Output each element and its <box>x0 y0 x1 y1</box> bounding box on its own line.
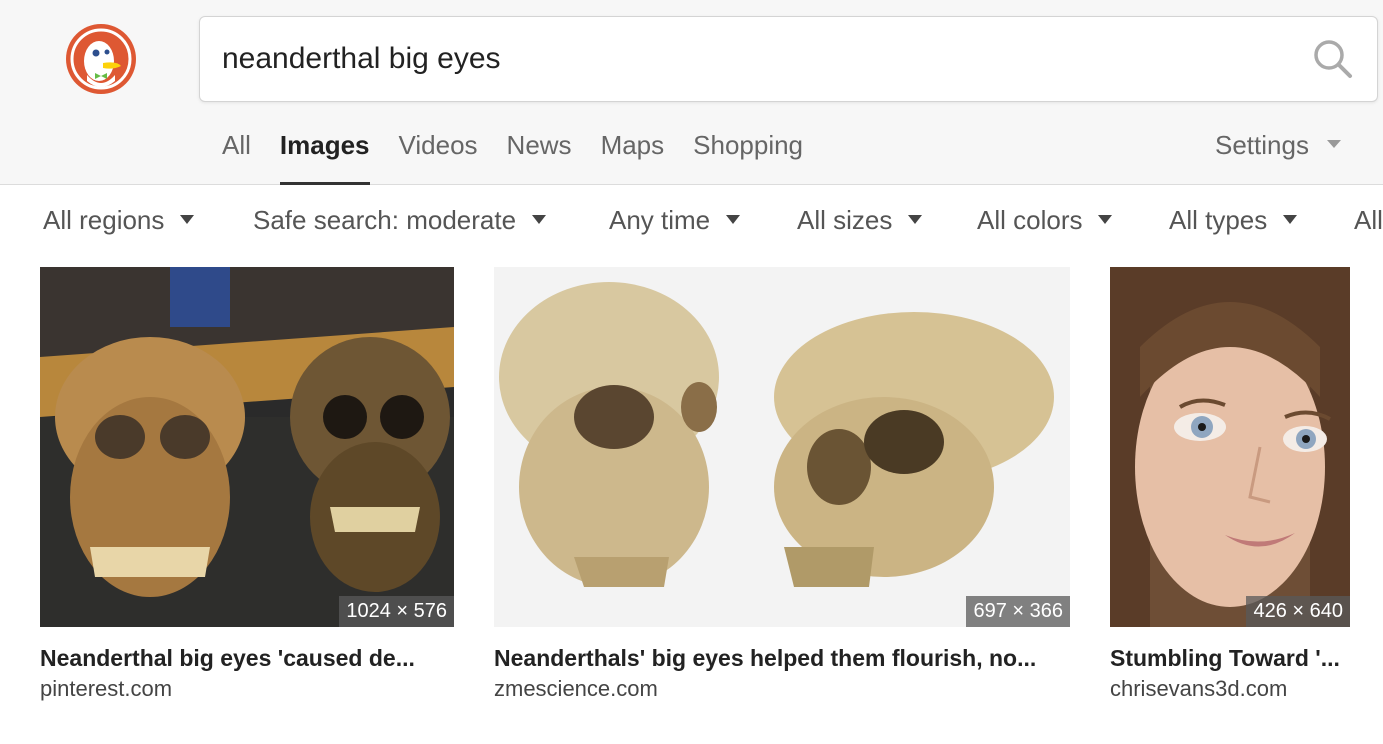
search-input[interactable] <box>222 17 1272 101</box>
duckduckgo-logo-icon[interactable] <box>65 23 137 95</box>
image-dimensions: 1024 × 576 <box>339 596 454 627</box>
chevron-down-icon <box>532 214 547 224</box>
image-dimensions: 426 × 640 <box>1246 596 1350 627</box>
result-source[interactable]: zmescience.com <box>494 676 1070 702</box>
chevron-down-icon <box>908 214 923 224</box>
filter-time[interactable]: Any time <box>609 205 741 236</box>
tab-news[interactable]: News <box>507 128 572 185</box>
tab-images[interactable]: Images <box>279 128 370 185</box>
filter-label: Safe search: moderate <box>253 205 517 235</box>
search-icon[interactable] <box>1311 37 1355 81</box>
image-result[interactable]: 1024 × 576 Neanderthal big eyes 'caused … <box>40 267 454 702</box>
filter-safe-search[interactable]: Safe search: moderate <box>253 205 547 236</box>
chevron-down-icon <box>180 214 195 224</box>
result-thumbnail[interactable]: 1024 × 576 <box>40 267 454 627</box>
filter-layout[interactable]: All <box>1354 205 1383 236</box>
chevron-down-icon <box>1326 140 1341 149</box>
search-type-tabs: All Images Videos News Maps Shopping <box>222 128 832 185</box>
result-thumbnail[interactable]: 697 × 366 <box>494 267 1070 627</box>
filter-label: All colors <box>977 205 1083 235</box>
result-title[interactable]: Stumbling Toward '... <box>1110 645 1350 672</box>
image-dimensions: 697 × 366 <box>966 596 1070 627</box>
header: All Images Videos News Maps Shopping Set… <box>0 0 1383 185</box>
settings-label: Settings <box>1215 130 1309 160</box>
filter-regions[interactable]: All regions <box>43 205 195 236</box>
chevron-down-icon <box>1098 214 1113 224</box>
result-source[interactable]: pinterest.com <box>40 676 454 702</box>
filter-label: All sizes <box>797 205 893 235</box>
result-source[interactable]: chrisevans3d.com <box>1110 676 1350 702</box>
filter-label: All types <box>1169 205 1268 235</box>
filter-label: Any time <box>609 205 711 235</box>
settings-dropdown[interactable]: Settings <box>1215 130 1341 161</box>
chevron-down-icon <box>1283 214 1298 224</box>
tab-shopping[interactable]: Shopping <box>693 128 803 185</box>
tab-all[interactable]: All <box>222 128 251 185</box>
result-title[interactable]: Neanderthals' big eyes helped them flour… <box>494 645 1070 672</box>
filter-bar: All regions Safe search: moderate Any ti… <box>0 205 1383 249</box>
search-box <box>199 16 1378 102</box>
filter-types[interactable]: All types <box>1169 205 1298 236</box>
filter-sizes[interactable]: All sizes <box>797 205 923 236</box>
image-result[interactable]: 426 × 640 Stumbling Toward '... chriseva… <box>1110 267 1350 702</box>
image-result[interactable]: 697 × 366 Neanderthals' big eyes helped … <box>494 267 1070 702</box>
filter-label: All regions <box>43 205 165 235</box>
filter-label: All <box>1354 205 1383 235</box>
tab-maps[interactable]: Maps <box>601 128 665 185</box>
result-thumbnail[interactable]: 426 × 640 <box>1110 267 1350 627</box>
result-title[interactable]: Neanderthal big eyes 'caused de... <box>40 645 454 672</box>
filter-colors[interactable]: All colors <box>977 205 1113 236</box>
tab-videos[interactable]: Videos <box>399 128 478 185</box>
chevron-down-icon <box>726 214 741 224</box>
